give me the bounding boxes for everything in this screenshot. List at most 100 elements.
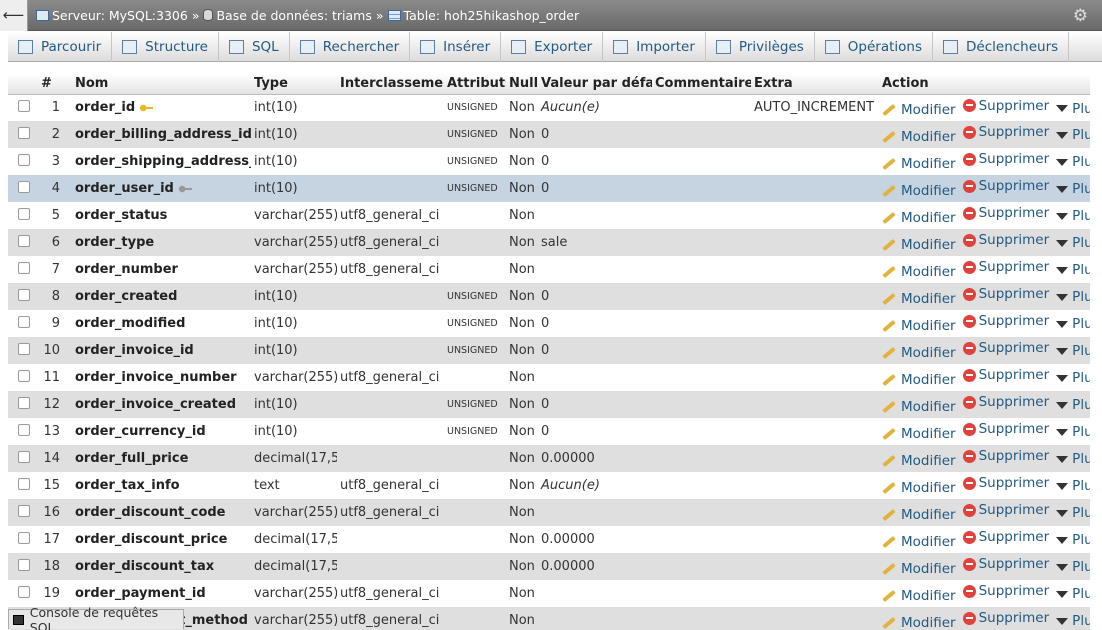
modify-button[interactable]: Modifier [882,183,956,199]
modify-button[interactable]: Modifier [882,480,956,496]
modify-button[interactable]: Modifier [882,507,956,523]
row-checkbox[interactable] [18,342,30,355]
row-checkbox[interactable] [18,288,30,301]
more-button[interactable]: Plus [1056,586,1090,602]
modify-button[interactable]: Modifier [882,372,956,388]
delete-button[interactable]: Supprimer [962,502,1049,518]
field-name[interactable]: order_invoice_created [75,397,236,412]
delete-button[interactable]: Supprimer [962,151,1049,167]
more-button[interactable]: Plus [1056,559,1090,575]
row-checkbox[interactable] [18,315,30,328]
row-checkbox[interactable] [18,477,30,490]
modify-button[interactable]: Modifier [882,102,956,118]
modify-button[interactable]: Modifier [882,291,956,307]
row-checkbox[interactable] [18,585,30,598]
delete-button[interactable]: Supprimer [962,583,1049,599]
tab-sql[interactable]: SQL [219,32,290,62]
delete-button[interactable]: Supprimer [962,529,1049,545]
tab-structure[interactable]: Structure [112,32,219,62]
breadcrumb-table-label[interactable]: Table: hoh25hikashop_order [404,8,580,23]
field-name[interactable]: order_modified [75,316,185,331]
modify-button[interactable]: Modifier [882,588,956,604]
more-button[interactable]: Plus [1056,397,1090,413]
more-button[interactable]: Plus [1056,532,1090,548]
field-name[interactable]: order_type [75,235,154,250]
delete-button[interactable]: Supprimer [962,448,1049,464]
row-checkbox[interactable] [18,396,30,409]
row-checkbox[interactable] [18,423,30,436]
delete-button[interactable]: Supprimer [962,205,1049,221]
field-name[interactable]: order_user_id [75,181,174,196]
modify-button[interactable]: Modifier [882,345,956,361]
field-name[interactable]: order_status [75,208,167,223]
more-button[interactable]: Plus [1056,101,1090,117]
row-checkbox[interactable] [18,261,30,274]
field-name[interactable]: order_number [75,262,178,277]
more-button[interactable]: Plus [1056,451,1090,467]
more-button[interactable]: Plus [1056,613,1090,629]
row-checkbox[interactable] [18,369,30,382]
tab-triggers[interactable]: Déclencheurs [933,32,1070,62]
delete-button[interactable]: Supprimer [962,98,1049,114]
tab-import[interactable]: Importer [603,32,706,62]
row-checkbox[interactable] [18,234,30,247]
field-name[interactable]: order_billing_address_id [75,127,251,142]
modify-button[interactable]: Modifier [882,615,956,630]
modify-button[interactable]: Modifier [882,453,956,469]
modify-button[interactable]: Modifier [882,129,956,145]
modify-button[interactable]: Modifier [882,534,956,550]
delete-button[interactable]: Supprimer [962,259,1049,275]
field-name[interactable]: order_full_price [75,451,188,466]
breadcrumb-database-label[interactable]: Base de données: triams [216,8,371,23]
delete-button[interactable]: Supprimer [962,232,1049,248]
delete-button[interactable]: Supprimer [962,610,1049,626]
row-checkbox[interactable] [18,207,30,220]
more-button[interactable]: Plus [1056,208,1090,224]
breadcrumb-server-label[interactable]: Serveur: MySQL:3306 [52,8,188,23]
more-button[interactable]: Plus [1056,289,1090,305]
tab-insert[interactable]: Insérer [410,32,502,62]
more-button[interactable]: Plus [1056,154,1090,170]
more-button[interactable]: Plus [1056,343,1090,359]
delete-button[interactable]: Supprimer [962,178,1049,194]
field-name[interactable]: order_discount_code [75,505,226,520]
row-checkbox[interactable] [18,180,30,193]
delete-button[interactable]: Supprimer [962,394,1049,410]
row-checkbox[interactable] [18,126,30,139]
field-name[interactable]: order_discount_tax [75,559,214,574]
row-checkbox[interactable] [18,558,30,571]
field-name[interactable]: order_tax_info [75,478,180,493]
breadcrumb-server[interactable]: Serveur: MySQL:3306 [36,8,188,23]
row-checkbox[interactable] [18,99,30,112]
more-button[interactable]: Plus [1056,316,1090,332]
delete-button[interactable]: Supprimer [962,421,1049,437]
delete-button[interactable]: Supprimer [962,475,1049,491]
row-checkbox[interactable] [18,450,30,463]
more-button[interactable]: Plus [1056,235,1090,251]
field-name[interactable]: order_shipping_address_id [75,154,251,169]
row-checkbox[interactable] [18,153,30,166]
delete-button[interactable]: Supprimer [962,313,1049,329]
tab-browse[interactable]: Parcourir [8,32,113,62]
more-button[interactable]: Plus [1056,370,1090,386]
tab-export[interactable]: Exporter [501,32,604,62]
modify-button[interactable]: Modifier [882,426,956,442]
row-checkbox[interactable] [18,504,30,517]
tab-privileges[interactable]: Privilèges [706,32,815,62]
row-checkbox[interactable] [18,531,30,544]
field-name[interactable]: order_currency_id [75,424,206,439]
more-button[interactable]: Plus [1056,478,1090,494]
modify-button[interactable]: Modifier [882,237,956,253]
delete-button[interactable]: Supprimer [962,340,1049,356]
field-name[interactable]: order_created [75,289,177,304]
more-button[interactable]: Plus [1056,181,1090,197]
field-name[interactable]: order_invoice_number [75,370,237,385]
header-name[interactable]: Nom [72,74,251,95]
tab-operations[interactable]: Opérations [815,32,934,62]
delete-button[interactable]: Supprimer [962,367,1049,383]
modify-button[interactable]: Modifier [882,210,956,226]
modify-button[interactable]: Modifier [882,399,956,415]
more-button[interactable]: Plus [1056,262,1090,278]
modify-button[interactable]: Modifier [882,264,956,280]
more-button[interactable]: Plus [1056,505,1090,521]
